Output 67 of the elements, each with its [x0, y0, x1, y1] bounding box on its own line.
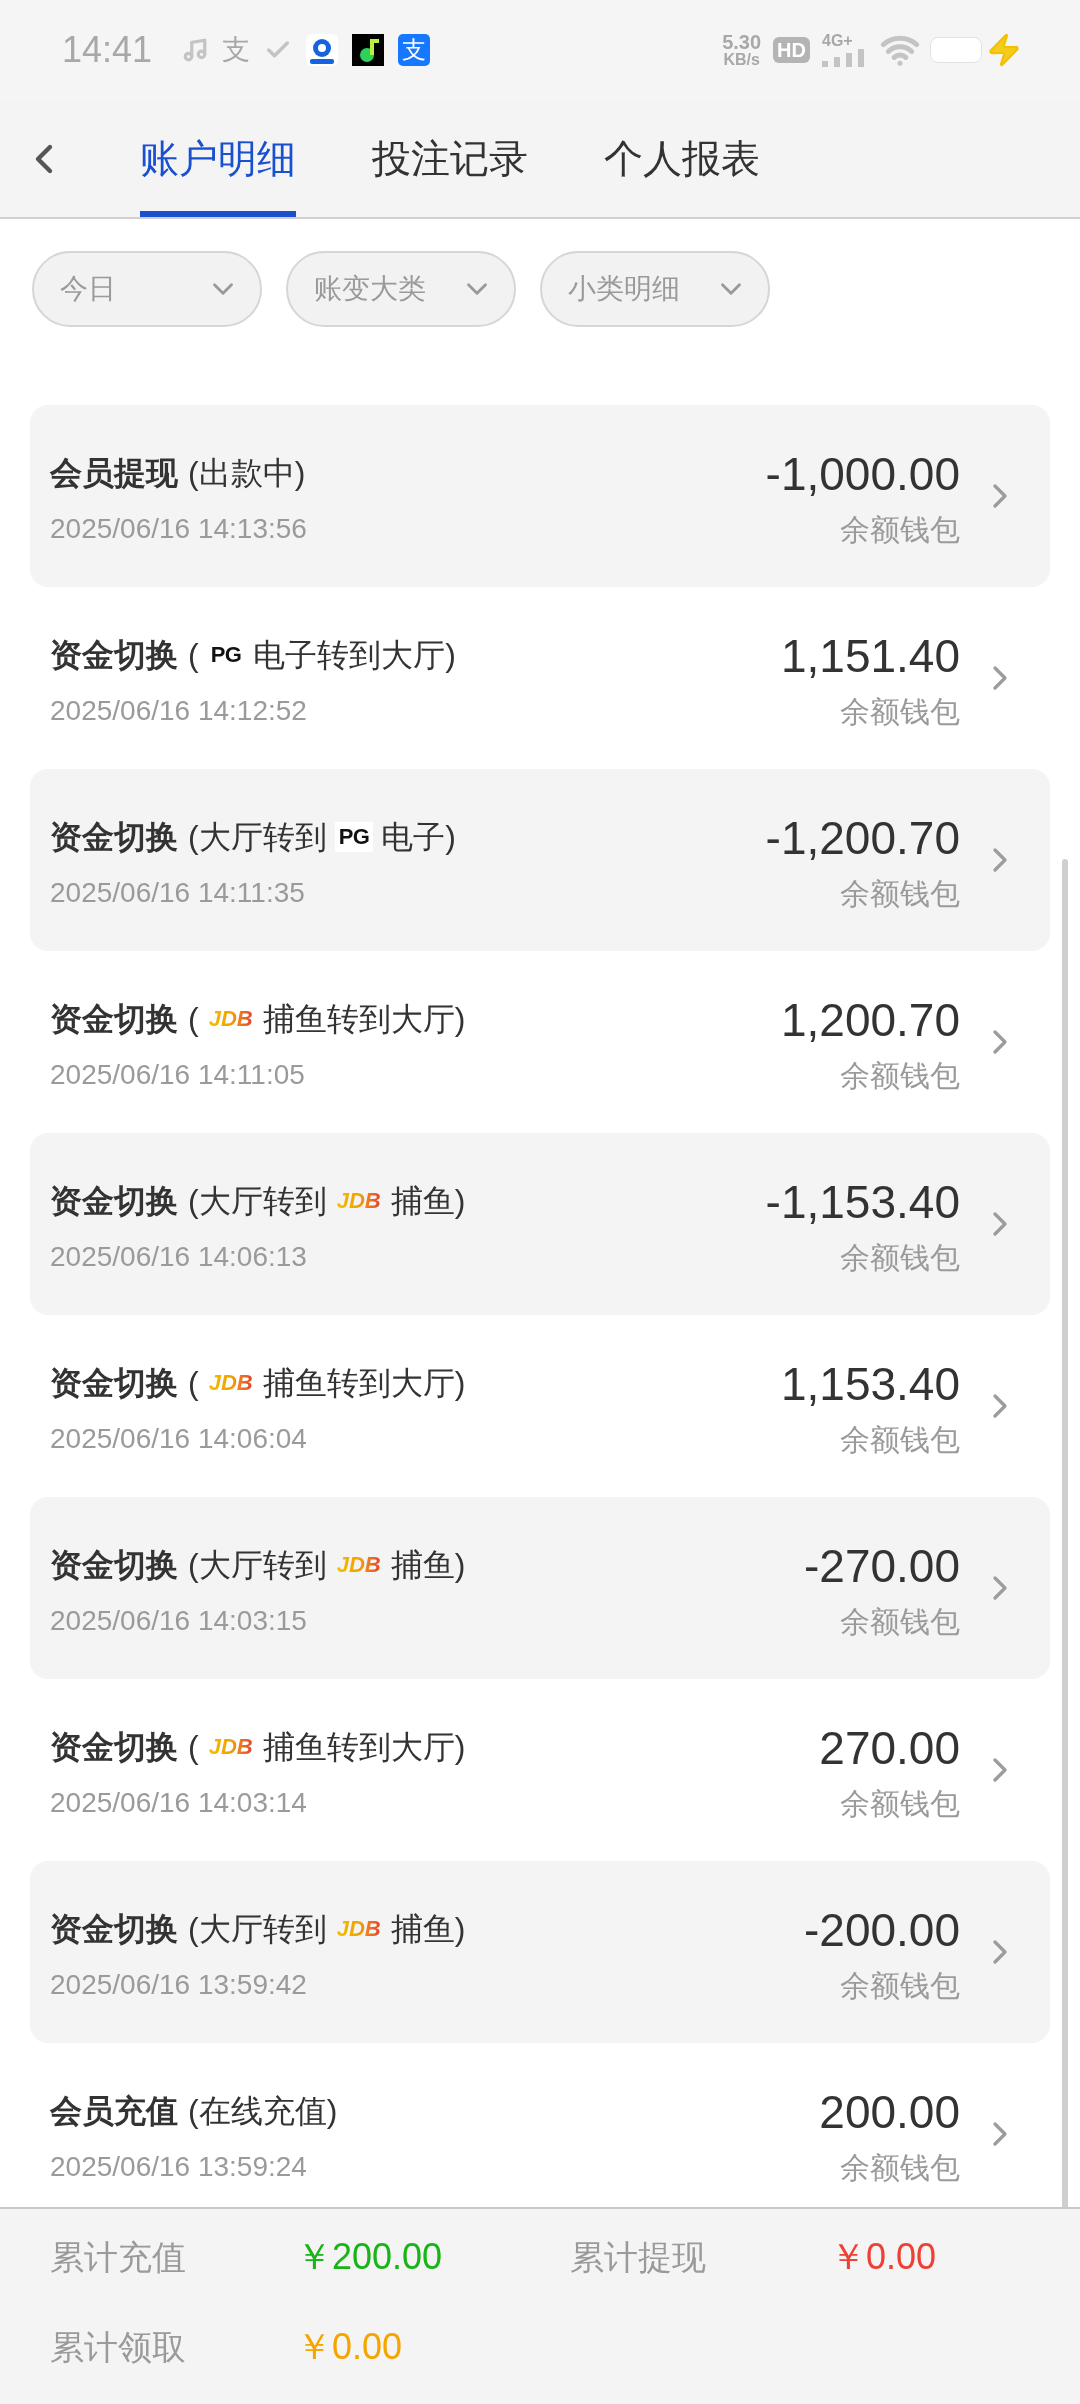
- transaction-title: 资金切换 ( JDB 捕鱼转到大厅): [50, 1364, 467, 1403]
- wallet-label: 余额钱包: [840, 512, 960, 548]
- wallet-label: 余额钱包: [840, 1240, 960, 1276]
- transaction-amount: -1,000.00: [765, 448, 960, 500]
- transaction-time: 2025/06/16 14:06:04: [50, 1422, 308, 1456]
- transaction-amount: 1,151.40: [780, 630, 960, 682]
- music-note-icon: [182, 37, 209, 63]
- transaction-amount: -1,200.70: [765, 812, 960, 864]
- transaction-amount: 1,153.40: [780, 1358, 960, 1410]
- transaction-time: 2025/06/16 14:03:15: [50, 1604, 308, 1638]
- transaction-amount: 270.00: [819, 1722, 960, 1774]
- transaction-title: 资金切换 (大厅转到 JDB 捕鱼): [50, 1546, 467, 1585]
- hd-badge: HD: [773, 37, 810, 63]
- charging-icon: [986, 32, 1022, 68]
- transaction-time: 2025/06/16 14:06:13: [50, 1240, 308, 1274]
- transaction-time: 2025/06/16 14:03:14: [50, 1786, 308, 1820]
- summary-value: ￥0.00: [830, 2235, 938, 2279]
- notification-glyph: 支: [222, 36, 251, 64]
- transaction-amount: 200.00: [819, 2086, 960, 2138]
- transaction-time: 2025/06/16 14:11:35: [50, 876, 306, 910]
- transaction-title: 资金切换 ( PG 电子转到大厅): [50, 636, 457, 675]
- transaction-time: 2025/06/16 14:13:56: [50, 512, 308, 546]
- transaction-amount: -200.00: [804, 1904, 960, 1956]
- summary-label: 累计领取: [50, 2327, 187, 2368]
- wallet-label: 余额钱包: [840, 1422, 960, 1458]
- transaction-amount: -1,153.40: [765, 1176, 960, 1228]
- wallet-label: 余额钱包: [840, 1604, 960, 1640]
- speed-unit: KB/s: [723, 52, 760, 68]
- wallet-label: 余额钱包: [840, 876, 960, 912]
- signal-icon: [822, 49, 866, 67]
- tab[interactable]: 投注记录: [372, 100, 528, 217]
- transaction-row[interactable]: 资金切换 (大厅转到 PG 电子) 2025/06/16 14:11:35 -1,200.70 余额钱包: [30, 769, 1050, 951]
- summary-label: 累计充值: [50, 2237, 187, 2278]
- ring-app-icon: [306, 34, 339, 66]
- tab[interactable]: 个人报表: [604, 100, 760, 217]
- wallet-label: 余额钱包: [840, 694, 960, 730]
- transaction-amount: -270.00: [804, 1540, 960, 1592]
- battery-icon: [930, 37, 982, 63]
- status-time: 14:41: [62, 32, 153, 68]
- transaction-time: 2025/06/16 13:59:24: [50, 2150, 308, 2184]
- wallet-label: 余额钱包: [840, 2150, 960, 2186]
- network-speed: 5.30: [722, 32, 762, 52]
- transaction-title: 会员提现 (出款中): [50, 454, 307, 493]
- app-icon: 支: [398, 34, 431, 66]
- summary-value: ￥0.00: [296, 2325, 404, 2369]
- wallet-label: 余额钱包: [840, 1058, 960, 1094]
- transaction-title: 会员充值 (在线充值): [50, 2092, 339, 2131]
- transaction-title: 资金切换 ( JDB 捕鱼转到大厅): [50, 1000, 467, 1039]
- summary-value: ￥200.00: [296, 2235, 444, 2279]
- transaction-title: 资金切换 ( JDB 捕鱼转到大厅): [50, 1728, 467, 1767]
- transaction-row[interactable]: 资金切换 (大厅转到 JDB 捕鱼) 2025/06/16 13:59:42 -200.00 余额钱包: [30, 1861, 1050, 2043]
- music-app-icon: [352, 34, 385, 66]
- transaction-row[interactable]: 资金切换 (大厅转到 JDB 捕鱼) 2025/06/16 14:03:15 -270.00 余额钱包: [30, 1497, 1050, 1679]
- transaction-time: 2025/06/16 14:11:05: [50, 1058, 306, 1092]
- network-type: 4G+: [822, 33, 853, 49]
- transaction-title: 资金切换 (大厅转到 PG 电子): [50, 818, 457, 857]
- transaction-amount: 1,200.70: [780, 994, 960, 1046]
- summary-label: 累计提现: [570, 2237, 707, 2278]
- wallet-label: 余额钱包: [840, 1968, 960, 2004]
- transaction-title: 资金切换 (大厅转到 JDB 捕鱼): [50, 1182, 467, 1221]
- transaction-title: 资金切换 (大厅转到 JDB 捕鱼): [50, 1910, 467, 1949]
- transaction-row[interactable]: 资金切换 (大厅转到 JDB 捕鱼) 2025/06/16 14:06:13 -1,153.40 余额钱包: [30, 1133, 1050, 1315]
- transaction-time: 2025/06/16 13:59:42: [50, 1968, 308, 2002]
- transaction-time: 2025/06/16 14:12:52: [50, 694, 308, 728]
- tab[interactable]: 账户明细: [140, 100, 296, 217]
- transaction-row[interactable]: 会员提现 (出款中) 2025/06/16 14:13:56 -1,000.00 余额钱包: [30, 405, 1050, 587]
- wallet-label: 余额钱包: [840, 1786, 960, 1822]
